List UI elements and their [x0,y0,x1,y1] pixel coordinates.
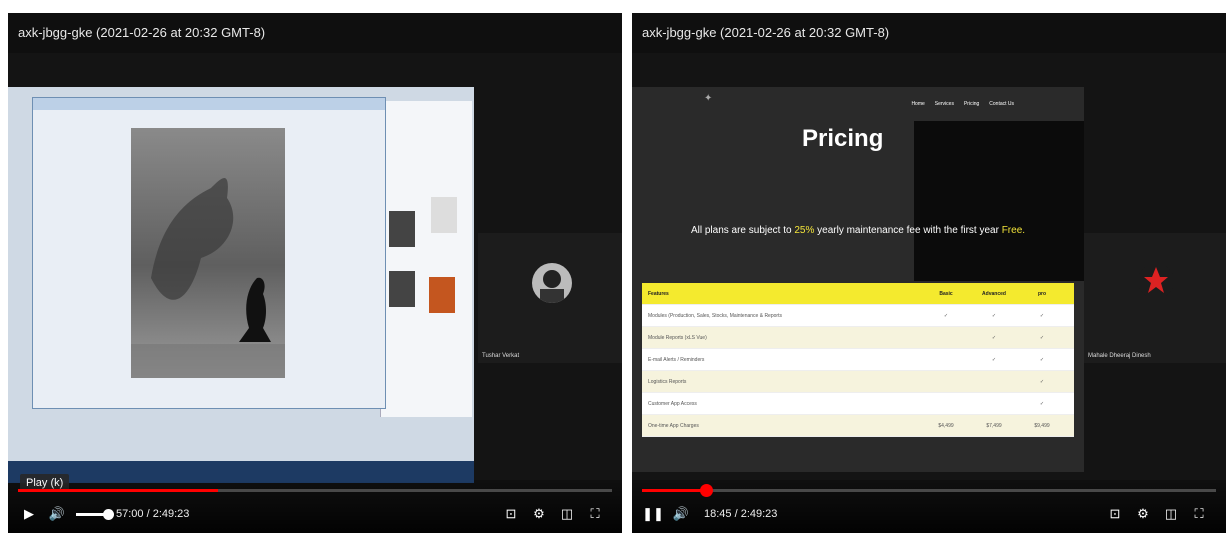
play-icon[interactable]: ▶ [18,503,40,525]
time-display: 18:45 / 2:49:23 [704,508,778,520]
video-stage[interactable]: ✦ Home Services Pricing Contact Us Prici… [632,53,1226,480]
maintenance-note: All plans are subject to 25% yearly main… [632,225,1084,236]
table-cell: One-time App Charges [648,422,699,429]
note-free: Free. [1001,225,1026,236]
table-cell: Module Reports (xLS Vue) [648,334,707,341]
photo-viewer-window [32,97,386,409]
shared-website: ✦ Home Services Pricing Contact Us Prici… [632,87,1084,472]
miniplayer-icon[interactable]: ◫ [556,503,578,525]
table-cell: Logistics Reports [648,378,687,385]
progress-fill [18,489,219,492]
table-row: E-mail Alerts / Reminders ✓ ✓ [642,349,1074,371]
progress-bar[interactable] [18,489,612,492]
video-title: axk-jbgg-gke (2021-02-26 at 20:32 GMT-8) [642,25,890,40]
table-cell: ✓ [943,312,949,319]
volume-knob[interactable] [103,508,114,520]
nav-services[interactable]: Services [935,101,954,107]
pricing-table: Features Basic Advanced pro Modules (Pro… [642,283,1074,437]
windows-taskbar [8,461,474,483]
table-cell: Modules (Production, Sales, Stocks, Main… [648,312,782,319]
hero-image [914,121,1084,281]
table-row: Customer App Access ✓ [642,393,1074,415]
nav-home[interactable]: Home [911,101,924,107]
volume-slider[interactable] [76,508,114,520]
video-stage[interactable]: Tushar Verkat [8,53,622,483]
table-cell: $9,499 [1034,422,1050,429]
participant-tile: Tushar Verkat [478,233,622,363]
table-cell: ✓ [1039,378,1045,385]
table-cell: ✓ [991,334,997,341]
miniplayer-icon[interactable]: ◫ [1160,503,1182,525]
table-row: Module Reports (xLS Vue) ✓ ✓ [642,327,1074,349]
progress-fill [642,489,706,492]
table-row: One-time App Charges $4,499 $7,499 $9,499 [642,415,1074,437]
volume-icon[interactable]: 🔊 [46,503,68,525]
table-cell: ✓ [991,312,997,319]
header-cell: pro [1037,290,1047,297]
site-logo: ✦ [704,93,713,104]
participant-tile: Mahale Dheeraj Dinesh [1084,233,1226,363]
chess-knight-photo [131,128,285,378]
site-nav: Home Services Pricing Contact Us [911,101,1014,107]
table-cell: ✓ [1039,356,1045,363]
table-row: Modules (Production, Sales, Stocks, Main… [642,305,1074,327]
note-mid: yearly maintenance fee with the first ye… [814,225,1002,236]
table-cell: ✓ [991,356,997,363]
table-cell: $4,499 [938,422,954,429]
participant-name: Mahale Dheeraj Dinesh [1088,353,1151,359]
chess-photo-art [131,178,285,378]
video-player-left[interactable]: axk-jbgg-gke (2021-02-26 at 20:32 GMT-8) [8,13,622,533]
fullscreen-icon[interactable]: ⛶ [1188,503,1210,525]
nav-contact[interactable]: Contact Us [989,101,1014,107]
settings-icon[interactable]: ⚙ [528,503,550,525]
control-bar: ▶ 🔊 57:00 / 2:49:23 ⊡ ⚙ ◫ ⛶ [8,481,622,533]
settings-icon[interactable]: ⚙ [1132,503,1154,525]
table-header: Features Basic Advanced pro [642,283,1074,305]
explorer-window [380,101,472,417]
table-cell: Customer App Access [648,400,697,407]
viewer-toolbar [33,98,385,110]
avatar [1138,263,1174,299]
table-cell: ✓ [1039,400,1045,407]
table-cell: E-mail Alerts / Reminders [648,356,705,363]
participant-name: Tushar Verkat [482,353,520,359]
avatar-art [540,270,564,303]
control-bar: ❚❚ 🔊 18:45 / 2:49:23 ⊡ ⚙ ◫ ⛶ [632,481,1226,533]
shared-desktop [8,87,474,483]
table-cell: $7,499 [986,422,1002,429]
nav-pricing[interactable]: Pricing [964,101,979,107]
thumbnail [431,197,457,233]
controls-row: ▶ 🔊 57:00 / 2:49:23 ⊡ ⚙ ◫ ⛶ [18,503,612,525]
note-pre: All plans are subject to [690,225,795,236]
fullscreen-icon[interactable]: ⛶ [584,503,606,525]
video-title: axk-jbgg-gke (2021-02-26 at 20:32 GMT-8) [18,25,266,40]
table-cell: ✓ [1039,312,1045,319]
progress-bar[interactable] [642,484,1216,497]
avatar [532,263,572,303]
header-cell: Features [648,290,669,297]
video-player-right[interactable]: axk-jbgg-gke (2021-02-26 at 20:32 GMT-8)… [632,13,1226,533]
subtitles-icon[interactable]: ⊡ [500,503,522,525]
header-cell: Advanced [982,290,1006,297]
header-cell: Basic [939,290,953,297]
note-percent: 25% [794,225,815,236]
avatar-art [1144,267,1168,293]
table-cell: ✓ [1039,334,1045,341]
thumbnail [389,211,415,247]
progress-knob[interactable] [699,484,713,497]
thumbnail [429,277,455,313]
controls-row: ❚❚ 🔊 18:45 / 2:49:23 ⊡ ⚙ ◫ ⛶ [642,503,1216,525]
subtitles-icon[interactable]: ⊡ [1104,503,1126,525]
time-display: 57:00 / 2:49:23 [116,508,190,520]
thumbnail [389,271,415,307]
pause-icon[interactable]: ❚❚ [642,503,664,525]
table-row: Logistics Reports ✓ [642,371,1074,393]
volume-icon[interactable]: 🔊 [670,503,692,525]
pricing-heading: Pricing [802,125,884,152]
